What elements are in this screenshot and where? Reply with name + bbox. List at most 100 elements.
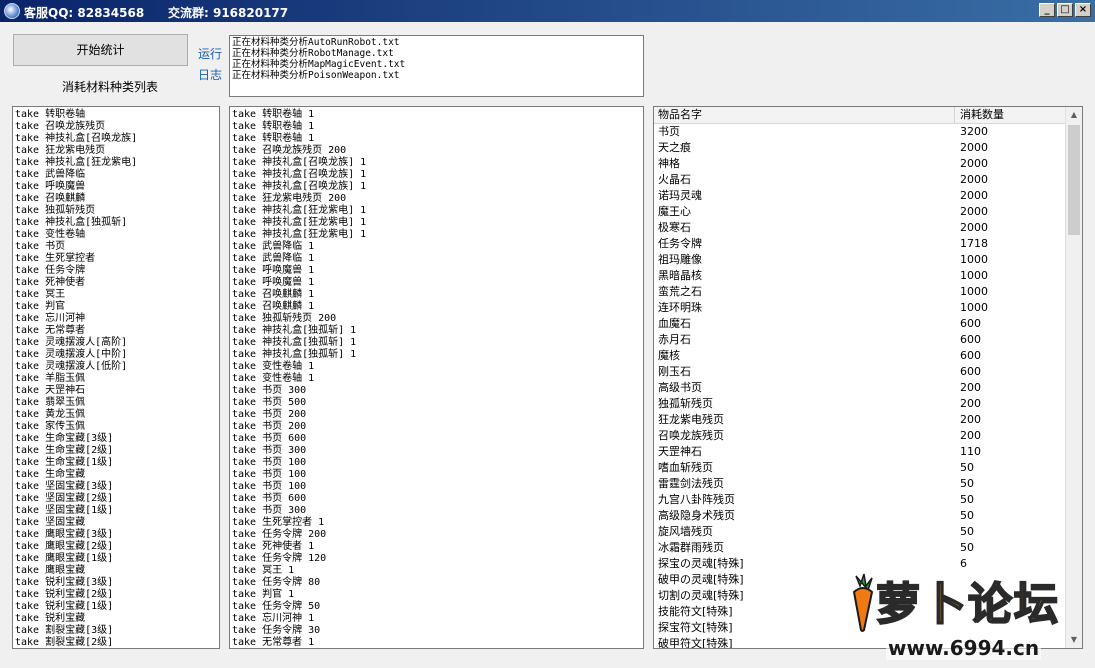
- material-type-item[interactable]: take 召唤龙族残页: [13, 121, 219, 133]
- material-type-item[interactable]: take 灵魂摆渡人[高阶]: [13, 337, 219, 349]
- take-record-item[interactable]: take 任务令牌 30: [230, 625, 643, 637]
- material-type-item[interactable]: take 任务令牌: [13, 265, 219, 277]
- table-row[interactable]: 祖玛雕像 1000: [654, 252, 1066, 268]
- table-row[interactable]: 蛮荒之石 1000: [654, 284, 1066, 300]
- take-record-item[interactable]: take 书页 600: [230, 433, 643, 445]
- take-record-item[interactable]: take 神技礼盒[独孤斩] 1: [230, 349, 643, 361]
- material-type-item[interactable]: take 呼唤魔兽: [13, 181, 219, 193]
- material-type-item[interactable]: take 神技礼盒[独孤斩]: [13, 217, 219, 229]
- table-row[interactable]: 诺玛灵魂 2000: [654, 188, 1066, 204]
- take-record-item[interactable]: take 死神使者 1: [230, 541, 643, 553]
- table-row[interactable]: 刚玉石 600: [654, 364, 1066, 380]
- material-type-item[interactable]: take 坚固宝藏[1级]: [13, 505, 219, 517]
- maximize-button[interactable]: □: [1057, 3, 1073, 17]
- take-record-item[interactable]: take 转职卷轴 1: [230, 133, 643, 145]
- take-record-item[interactable]: take 呼唤魔兽 1: [230, 265, 643, 277]
- scroll-thumb[interactable]: [1068, 125, 1080, 235]
- take-record-item[interactable]: take 书页 300: [230, 445, 643, 457]
- material-type-item[interactable]: take 坚固宝藏[2级]: [13, 493, 219, 505]
- material-type-item[interactable]: take 冥王: [13, 289, 219, 301]
- table-row[interactable]: 嗜血斩残页 50: [654, 460, 1066, 476]
- material-type-item[interactable]: take 狂龙紫电残页: [13, 145, 219, 157]
- take-record-item[interactable]: take 召唤龙族残页 200: [230, 145, 643, 157]
- table-row[interactable]: 魔王心 2000: [654, 204, 1066, 220]
- table-row[interactable]: 天之痕 2000: [654, 140, 1066, 156]
- material-type-item[interactable]: take 无常尊者: [13, 325, 219, 337]
- table-row[interactable]: 冰霜群雨残页 50: [654, 540, 1066, 556]
- close-button[interactable]: ×: [1075, 3, 1091, 17]
- take-record-item[interactable]: take 书页 600: [230, 493, 643, 505]
- take-record-item[interactable]: take 书页 500: [230, 397, 643, 409]
- material-type-item[interactable]: take 黄龙玉佩: [13, 409, 219, 421]
- take-record-item[interactable]: take 变性卷轴 1: [230, 361, 643, 373]
- material-type-item[interactable]: take 割裂宝藏[3级]: [13, 625, 219, 637]
- column-divider[interactable]: [954, 107, 955, 123]
- table-row[interactable]: 血魔石 600: [654, 316, 1066, 332]
- take-record-item[interactable]: take 独孤斩残页 200: [230, 313, 643, 325]
- take-record-item[interactable]: take 任务令牌 120: [230, 553, 643, 565]
- take-record-item[interactable]: take 神技礼盒[狂龙紫电] 1: [230, 205, 643, 217]
- take-record-item[interactable]: take 生死掌控者 1: [230, 517, 643, 529]
- start-stats-button[interactable]: 开始统计: [13, 34, 188, 66]
- take-record-item[interactable]: take 召唤麒麟 1: [230, 301, 643, 313]
- take-record-item[interactable]: take 神技礼盒[狂龙紫电] 1: [230, 229, 643, 241]
- take-record-item[interactable]: take 任务令牌 200: [230, 529, 643, 541]
- take-record-item[interactable]: take 变性卷轴 1: [230, 373, 643, 385]
- run-log-box[interactable]: 正在材料种类分析AutoRunRobot.txt 正在材料种类分析RobotMa…: [229, 35, 644, 97]
- take-record-item[interactable]: take 转职卷轴 1: [230, 109, 643, 121]
- minimize-button[interactable]: _: [1039, 3, 1055, 17]
- table-row[interactable]: 书页 3200: [654, 124, 1066, 140]
- take-record-item[interactable]: take 武兽降临 1: [230, 241, 643, 253]
- material-type-item[interactable]: take 锐利宝藏: [13, 613, 219, 625]
- table-row[interactable]: 黑暗晶核 1000: [654, 268, 1066, 284]
- material-type-item[interactable]: take 生死掌控者: [13, 253, 219, 265]
- material-type-item[interactable]: take 锐利宝藏[2级]: [13, 589, 219, 601]
- table-row[interactable]: 旋风墙残页 50: [654, 524, 1066, 540]
- table-row[interactable]: 天罡神石 110: [654, 444, 1066, 460]
- material-type-item[interactable]: take 神技礼盒[召唤龙族]: [13, 133, 219, 145]
- table-row[interactable]: 火晶石 2000: [654, 172, 1066, 188]
- material-type-item[interactable]: take 鹰眼宝藏: [13, 565, 219, 577]
- material-type-item[interactable]: take 判官: [13, 301, 219, 313]
- material-type-item[interactable]: take 忘川河神: [13, 313, 219, 325]
- table-row[interactable]: 高级书页 200: [654, 380, 1066, 396]
- take-record-item[interactable]: take 神技礼盒[召唤龙族] 1: [230, 169, 643, 181]
- table-row[interactable]: 雷霆剑法残页 50: [654, 476, 1066, 492]
- material-type-item[interactable]: take 转职卷轴: [13, 109, 219, 121]
- take-record-item[interactable]: take 书页 300: [230, 385, 643, 397]
- take-record-item[interactable]: take 转职卷轴 1: [230, 121, 643, 133]
- material-type-item[interactable]: take 生命宝藏: [13, 469, 219, 481]
- material-type-item[interactable]: take 生命宝藏[3级]: [13, 433, 219, 445]
- take-record-item[interactable]: take 呼唤魔兽 1: [230, 277, 643, 289]
- table-row[interactable]: 任务令牌 1718: [654, 236, 1066, 252]
- material-type-item[interactable]: take 书页: [13, 241, 219, 253]
- take-record-item[interactable]: take 神技礼盒[独孤斩] 1: [230, 337, 643, 349]
- material-type-item[interactable]: take 死神使者: [13, 277, 219, 289]
- take-record-item[interactable]: take 书页 200: [230, 409, 643, 421]
- table-row[interactable]: 魔核 600: [654, 348, 1066, 364]
- material-type-item[interactable]: take 武兽降临: [13, 169, 219, 181]
- material-type-item[interactable]: take 锐利宝藏[3级]: [13, 577, 219, 589]
- material-type-item[interactable]: take 召唤麒麟: [13, 193, 219, 205]
- material-type-item[interactable]: take 生命宝藏[1级]: [13, 457, 219, 469]
- take-record-item[interactable]: take 召唤麒麟 1: [230, 289, 643, 301]
- column-header-quantity[interactable]: 消耗数量: [960, 107, 1004, 123]
- take-record-item[interactable]: take 判官 1: [230, 589, 643, 601]
- material-type-item[interactable]: take 神技礼盒[狂龙紫电]: [13, 157, 219, 169]
- take-record-item[interactable]: take 狂龙紫电残页 200: [230, 193, 643, 205]
- take-record-item[interactable]: take 书页 100: [230, 469, 643, 481]
- material-type-item[interactable]: take 翡翠玉佩: [13, 397, 219, 409]
- material-type-item[interactable]: take 灵魂摆渡人[中阶]: [13, 349, 219, 361]
- table-row[interactable]: 狂龙紫电残页 200: [654, 412, 1066, 428]
- table-row[interactable]: 连环明珠 1000: [654, 300, 1066, 316]
- take-record-item[interactable]: take 任务令牌 50: [230, 601, 643, 613]
- material-type-item[interactable]: take 坚固宝藏: [13, 517, 219, 529]
- take-record-item[interactable]: take 书页 100: [230, 457, 643, 469]
- take-record-item[interactable]: take 神技礼盒[狂龙紫电] 1: [230, 217, 643, 229]
- scroll-up-icon[interactable]: ▲: [1066, 107, 1082, 123]
- take-record-item[interactable]: take 冥王 1: [230, 565, 643, 577]
- take-record-item[interactable]: take 神技礼盒[召唤龙族] 1: [230, 157, 643, 169]
- table-row[interactable]: 独孤斩残页 200: [654, 396, 1066, 412]
- material-type-item[interactable]: take 鹰眼宝藏[1级]: [13, 553, 219, 565]
- table-row[interactable]: 九宫八卦阵残页 50: [654, 492, 1066, 508]
